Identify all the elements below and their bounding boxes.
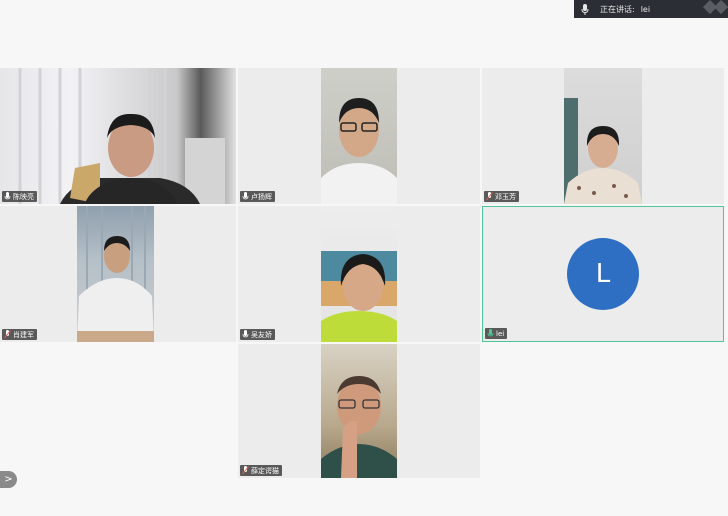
chevron-right-icon: >	[4, 474, 13, 485]
participant-name: 陈映亮	[13, 192, 34, 201]
microphone-icon	[580, 3, 590, 15]
speaking-name: lei	[640, 4, 651, 14]
video-feed	[77, 206, 154, 342]
avatar: L	[567, 238, 639, 310]
microphone-icon	[4, 192, 11, 201]
participant-name: 卢扬辉	[251, 192, 272, 201]
video-feed	[321, 206, 397, 342]
participant-tile[interactable]: 薛定谔猫	[238, 344, 480, 478]
microphone-icon	[242, 330, 249, 339]
participant-name: 邓玉芳	[495, 192, 516, 201]
microphone-active-icon	[487, 329, 494, 338]
participant-name: 吴友娇	[251, 330, 272, 339]
diamond-icon[interactable]	[713, 0, 728, 15]
video-feed	[0, 68, 236, 204]
participant-name-tag: 肖建军	[2, 329, 37, 340]
microphone-muted-icon	[242, 466, 249, 475]
participant-name: 薛定谔猫	[251, 466, 279, 475]
speaking-indicator: 正在讲话: lei	[574, 0, 728, 18]
participant-name-tag: 卢扬辉	[240, 191, 275, 202]
microphone-muted-icon	[4, 330, 11, 339]
participant-name: 肖建军	[13, 330, 34, 339]
video-feed	[564, 68, 642, 204]
video-feed	[321, 344, 397, 478]
participant-tile[interactable]: 卢扬辉	[238, 68, 480, 204]
microphone-muted-icon	[486, 192, 493, 201]
avatar-letter: L	[595, 259, 611, 289]
participant-name-tag: 吴友娇	[240, 329, 275, 340]
expand-panel-button[interactable]: >	[0, 471, 17, 488]
video-feed	[321, 68, 397, 204]
participant-name-tag: 陈映亮	[2, 191, 37, 202]
participant-name: lei	[496, 329, 505, 338]
participant-name-tag: 邓玉芳	[484, 191, 519, 202]
participant-tile[interactable]: 邓玉芳	[482, 68, 724, 204]
participant-tile[interactable]: 肖建军	[0, 206, 236, 342]
participant-tile[interactable]: 陈映亮	[0, 68, 236, 204]
participant-tile-active[interactable]: L lei	[482, 206, 724, 342]
window-controls[interactable]	[702, 0, 728, 15]
speaking-label: 正在讲话:	[600, 4, 635, 14]
participant-name-tag: lei	[485, 328, 508, 339]
microphone-icon	[242, 192, 249, 201]
participant-name-tag: 薛定谔猫	[240, 465, 282, 476]
participant-tile[interactable]: 吴友娇	[238, 206, 480, 342]
